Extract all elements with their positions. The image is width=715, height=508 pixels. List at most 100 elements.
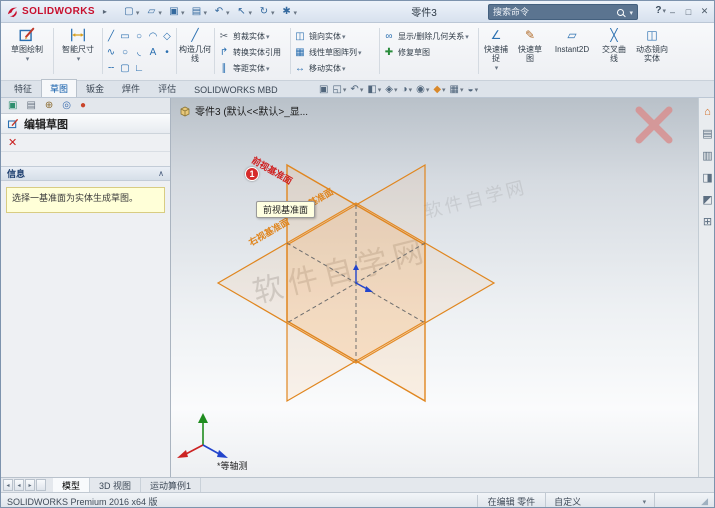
rapid-sketch-button[interactable]: ✎ 快速草图 <box>515 24 545 80</box>
linear-sketch-pattern-button[interactable]: ▦ 线性草图阵列 <box>293 45 377 60</box>
sketch-button[interactable]: 草图绘制 <box>3 24 51 80</box>
construction-geometry-button[interactable]: ╱ 构造几何线 <box>178 24 212 80</box>
trim-entities-button[interactable]: ✂ 剪裁实体 <box>217 29 287 44</box>
slot-button[interactable]: ▢ <box>118 60 132 76</box>
search-caret-icon[interactable] <box>628 7 633 17</box>
repair-sketch-button[interactable]: ✚ 修复草图 <box>382 45 476 60</box>
tabs-scroll-start-button[interactable]: ◂ <box>3 479 13 491</box>
text-button[interactable]: A <box>146 44 160 60</box>
appearances-scenes-icon[interactable]: ◩ <box>702 193 712 206</box>
centerline-button[interactable]: ╌ <box>104 60 118 76</box>
smart-dimension-button[interactable]: 智能尺寸 <box>55 24 101 80</box>
rebuild-button[interactable]: ↻ <box>256 5 277 18</box>
orientation-triad-icon <box>177 413 228 458</box>
dynamic-mirror-button[interactable]: ◫ 动态镜向实体 <box>633 24 671 80</box>
circle-icon: ○ <box>136 31 142 42</box>
zoom-area-button[interactable]: ◱ <box>332 84 346 95</box>
solidworks-resources-icon[interactable]: ⌂ <box>704 106 711 118</box>
maximize-button[interactable]: □ <box>682 4 695 19</box>
tab-3d-views[interactable]: 3D 视图 <box>90 478 141 492</box>
pm-cancel-button[interactable]: ✕ <box>8 136 17 149</box>
spline-button[interactable]: ∿ <box>104 44 118 60</box>
select-button[interactable]: ↖ <box>233 5 254 18</box>
tab-model[interactable]: 模型 <box>53 478 90 492</box>
open-button[interactable]: ▱ <box>143 5 164 18</box>
tabs-scroll-left-button[interactable]: ◂ <box>14 479 24 491</box>
ellipse-button[interactable]: ○ <box>118 44 132 60</box>
edit-appearance-button[interactable]: ◆ <box>433 84 445 95</box>
print-button[interactable]: ▤ <box>188 5 209 18</box>
cancel-sketch-corner-button[interactable] <box>639 110 669 140</box>
solidworks-logo[interactable]: SOLIDWORKS <box>1 5 100 18</box>
convert-entities-button[interactable]: ↱ 转换实体引用 <box>217 45 287 60</box>
tabs-scroll-right-button[interactable]: ▸ <box>25 479 35 491</box>
graphics-area[interactable]: 软件自学网 软件自学网 前视基准面 上视基准面 右视基准面 <box>171 98 698 477</box>
tab-sheet-metal[interactable]: 钣金 <box>77 79 113 97</box>
command-search[interactable] <box>488 4 638 20</box>
instant2d-button[interactable]: ▱ Instant2D <box>549 24 595 80</box>
new-button[interactable]: ▢ <box>121 5 142 18</box>
collapse-chevron-icon[interactable]: ∧ <box>158 169 164 178</box>
dimxpertmanager-tab-icon[interactable]: ⊕ <box>45 100 53 111</box>
menu-expand-icon[interactable]: ▸ <box>103 7 107 16</box>
view-palette-icon[interactable]: ◨ <box>702 171 712 184</box>
previous-view-button[interactable]: ↶ <box>350 84 363 95</box>
propertymanager-tab-icon[interactable]: ▣ <box>8 100 17 111</box>
dropdown-caret-icon <box>441 84 446 95</box>
intersection-curve-button[interactable]: ╳ 交叉曲线 <box>599 24 629 80</box>
fillet-button[interactable]: ◟ <box>132 44 146 60</box>
quick-snaps-button[interactable]: ∠ 快速捕捉 <box>481 24 511 80</box>
trim-entities-icon: ✂ <box>217 31 231 42</box>
jog-line-button[interactable]: ∟ <box>132 60 146 76</box>
minimize-button[interactable]: – <box>666 4 679 19</box>
offset-entities-button[interactable]: ∥ 等距实体 <box>217 61 287 76</box>
help-button[interactable]: ? <box>655 5 666 16</box>
section-view-icon: ◧ <box>367 84 376 95</box>
intersection-curve-icon: ╳ <box>610 26 617 44</box>
close-button[interactable]: ✕ <box>698 4 711 19</box>
feature-tree-root-label[interactable]: 零件3 (默认<<默认>_显... <box>195 103 308 118</box>
circle-button[interactable]: ○ <box>132 28 146 44</box>
tab-sketch[interactable]: 草图 <box>41 79 77 97</box>
pm-message-section-header[interactable]: 信息 ∧ <box>1 166 170 181</box>
file-explorer-icon[interactable]: ▥ <box>702 149 712 162</box>
pane-preview-tab-icon[interactable]: ● <box>80 100 86 111</box>
tab-evaluate[interactable]: 评估 <box>149 79 185 97</box>
feature-tree-flyout[interactable]: 零件3 (默认<<默认>_显... <box>179 103 308 118</box>
search-input[interactable] <box>493 7 615 17</box>
zoom-fit-button[interactable]: ▣ <box>319 84 328 95</box>
text-icon: A <box>150 47 157 58</box>
options-button[interactable]: ✱ <box>279 5 300 18</box>
display-style-button[interactable]: ◑ <box>402 84 413 95</box>
save-button[interactable]: ▣ <box>166 5 187 18</box>
dropdown-caret-icon <box>225 7 230 17</box>
right-plane-label[interactable]: 右视基准面 <box>246 216 291 249</box>
view-orientation-button[interactable]: ◈ <box>385 84 397 95</box>
hide-show-items-button[interactable]: ◉ <box>416 84 429 95</box>
tab-weldments[interactable]: 焊件 <box>113 79 149 97</box>
rectangle-button[interactable]: ▭ <box>118 28 132 44</box>
polygon-button[interactable]: ◇ <box>160 28 174 44</box>
displaymanager-tab-icon[interactable]: ◎ <box>62 100 71 111</box>
undo-button[interactable]: ↶ <box>211 5 232 18</box>
section-view-button[interactable]: ◧ <box>367 84 381 95</box>
tab-features[interactable]: 特征 <box>5 79 41 97</box>
custom-properties-icon[interactable]: ⊞ <box>703 215 712 228</box>
arc-button[interactable]: ◠ <box>146 28 160 44</box>
configurationmanager-tab-icon[interactable]: ▤ <box>26 100 35 111</box>
custom-status-dropdown[interactable]: 自定义 <box>545 493 655 508</box>
tabs-splitter-handle[interactable] <box>36 479 46 491</box>
design-library-icon[interactable]: ▤ <box>702 127 712 140</box>
apply-scene-button[interactable]: ▦ <box>450 84 464 95</box>
view-settings-button[interactable]: ◒ <box>468 84 479 95</box>
selection-badge: 1 <box>245 167 259 181</box>
tab-solidworks-mbd[interactable]: SOLIDWORKS MBD <box>185 82 287 97</box>
move-entities-button[interactable]: ↔ 移动实体 <box>293 61 377 76</box>
display-delete-relations-button[interactable]: ∞ 显示/删除几何关系 <box>382 29 476 44</box>
line-button[interactable]: ╱ <box>104 28 118 44</box>
tab-motion-study-1[interactable]: 运动算例1 <box>141 478 201 492</box>
point-button[interactable]: • <box>160 44 174 60</box>
search-icon[interactable] <box>617 9 624 16</box>
ribbon: 草图绘制 智能尺寸 ╱▭○◠◇∿○◟A•╌▢∟ ╱ 构造几何线 ✂ 剪裁实体 <box>1 23 714 81</box>
mirror-entities-button[interactable]: ◫ 镜向实体 <box>293 29 377 44</box>
